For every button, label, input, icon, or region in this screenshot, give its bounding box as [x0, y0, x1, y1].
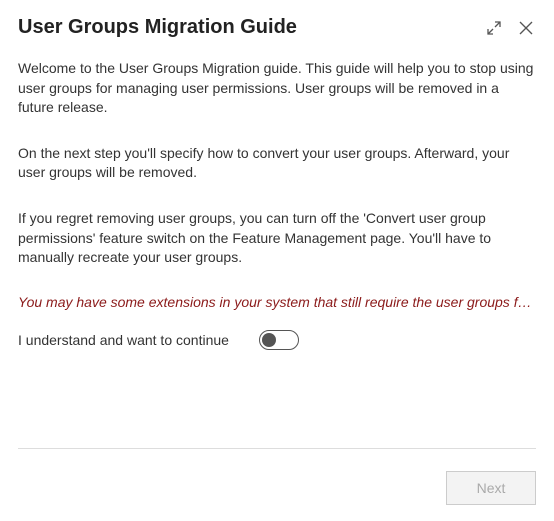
modal-body: Welcome to the User Groups Migration gui… [18, 59, 536, 448]
expand-icon[interactable] [484, 18, 504, 38]
header-icon-group [484, 18, 536, 38]
regret-paragraph: If you regret removing user groups, you … [18, 209, 536, 268]
consent-toggle-label: I understand and want to continue [18, 332, 229, 348]
modal-title: User Groups Migration Guide [18, 16, 297, 39]
next-button[interactable]: Next [446, 471, 536, 505]
consent-toggle[interactable] [259, 330, 299, 350]
consent-toggle-row: I understand and want to continue [18, 330, 536, 350]
toggle-knob [262, 333, 276, 347]
modal-header: User Groups Migration Guide [18, 16, 536, 39]
modal-footer: Next [18, 448, 536, 505]
warning-text: You may have some extensions in your sys… [18, 294, 536, 310]
close-icon[interactable] [516, 18, 536, 38]
intro-paragraph: Welcome to the User Groups Migration gui… [18, 59, 536, 118]
step-paragraph: On the next step you'll specify how to c… [18, 144, 536, 183]
migration-guide-modal: User Groups Migration Guide Welcome to t… [0, 0, 554, 521]
